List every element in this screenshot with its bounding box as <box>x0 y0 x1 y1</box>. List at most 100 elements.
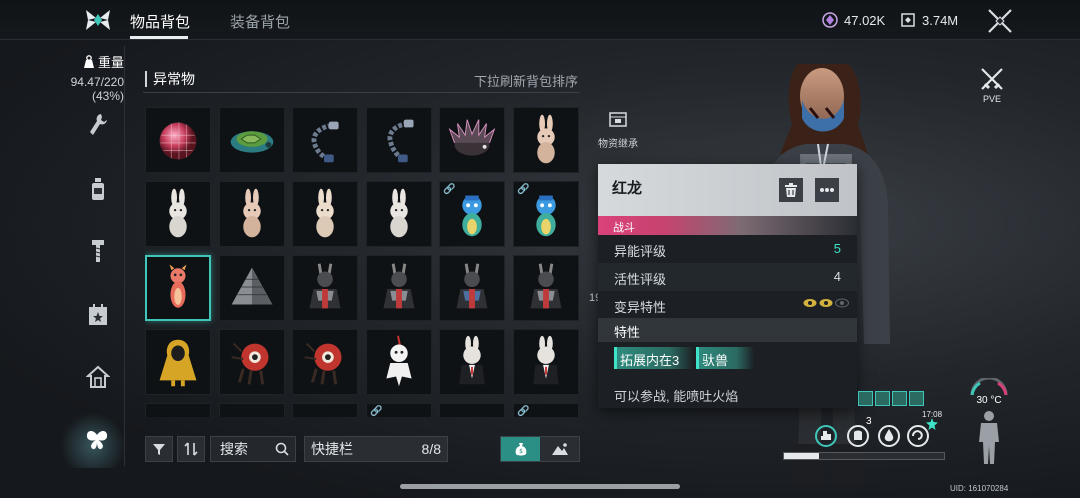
item-yellow-raincoat[interactable] <box>145 329 211 395</box>
item-eyeball-creature[interactable] <box>292 329 358 395</box>
trash-icon <box>785 183 797 197</box>
wrench-icon[interactable] <box>86 112 110 138</box>
item-dragon-figure-blue[interactable]: 🔗 <box>513 181 579 247</box>
item-porcupine[interactable] <box>439 107 505 173</box>
item-detail-popup: 红龙 战斗 异能评级 5 活性评级 4 变异特性 特性 拓展内在3 驮兽 可以参… <box>598 164 857 408</box>
combat-tag: 战斗 <box>598 216 857 235</box>
item-bunny-plush[interactable] <box>513 107 579 173</box>
item-samurai-rabbit[interactable] <box>292 255 358 321</box>
toggle-bag-view[interactable]: $ <box>501 437 540 461</box>
item-samurai-rabbit[interactable] <box>439 255 505 321</box>
bolt-icon[interactable] <box>86 238 110 264</box>
item-partial[interactable]: 🔗 <box>366 403 432 417</box>
currency-supply[interactable]: 3.74M <box>900 12 958 28</box>
stat-row: 活性评级 4 <box>598 263 857 291</box>
item-bunny-plush[interactable] <box>145 181 211 247</box>
tab-item-backpack[interactable]: 物品背包 <box>130 11 190 32</box>
currency-crystal[interactable]: 47.02K <box>822 12 885 28</box>
sort-button[interactable] <box>177 436 205 462</box>
item-partial[interactable]: 🔗 <box>513 403 579 417</box>
supply-icon <box>901 13 915 27</box>
user-id: UID: 161070284 <box>950 484 1009 493</box>
weight-percent: (43%) <box>91 89 124 103</box>
calendar-icon[interactable] <box>86 302 110 328</box>
stat-row: 异能评级 5 <box>598 235 857 263</box>
item-chain-bracelet[interactable] <box>366 107 432 173</box>
body-status-icon[interactable] <box>974 410 1004 466</box>
quickbar-label: 快捷栏 <box>311 441 353 457</box>
stat-value: 4 <box>833 269 841 284</box>
popup-header: 红龙 <box>598 164 857 216</box>
buff-row <box>858 391 924 406</box>
game-logo-icon <box>86 10 110 30</box>
item-samurai-rabbit[interactable] <box>366 255 432 321</box>
material-inherit-button[interactable]: 物资继承 <box>594 110 642 150</box>
mutation-rating <box>803 298 849 308</box>
item-white-doll[interactable] <box>366 329 432 395</box>
search-input[interactable]: 搜索 <box>210 436 296 462</box>
stamina-icon <box>815 425 837 447</box>
pve-mode-button[interactable]: PVE <box>978 66 1006 104</box>
weight-icon <box>83 54 94 68</box>
item-partial[interactable] <box>292 403 358 417</box>
toggle-landscape-view[interactable] <box>540 437 579 461</box>
buff-icon <box>892 391 907 406</box>
delete-button[interactable] <box>779 178 803 202</box>
search-label: 搜索 <box>220 441 248 457</box>
item-suit-rabbit[interactable] <box>439 329 505 395</box>
stat-label: 异能评级 <box>614 244 667 259</box>
item-partial[interactable] <box>219 403 285 417</box>
view-toggle[interactable]: $ <box>500 436 580 462</box>
item-partial[interactable] <box>145 403 211 417</box>
eye-icon <box>835 298 849 308</box>
buff-icon <box>858 391 873 406</box>
combat-tag-label: 战斗 <box>613 222 635 234</box>
bottle-icon[interactable] <box>86 176 110 202</box>
crystal-icon <box>822 12 838 28</box>
pve-label: PVE <box>982 94 1001 104</box>
item-red-dragon[interactable] <box>145 255 211 321</box>
traits-header: 特性 <box>598 318 857 342</box>
item-partial[interactable] <box>439 403 505 417</box>
weight-value: 94.47/220 <box>70 75 124 89</box>
item-suit-rabbit[interactable] <box>513 329 579 395</box>
weight-indicator: 重量 94.47/220 (43%) <box>52 52 124 103</box>
buff-icon <box>875 391 890 406</box>
item-description: 可以参战, 能喷吐火焰 <box>614 389 739 404</box>
item-eyeball-creature[interactable] <box>219 329 285 395</box>
active-tab-indicator <box>130 36 188 39</box>
house-icon[interactable] <box>86 364 110 390</box>
traits-title: 特性 <box>614 325 641 340</box>
item-bunny-plush[interactable] <box>219 181 285 247</box>
inventory-screen: 物品背包 装备背包 47.02K 3.74M 重量 94.47/220 (43%… <box>0 0 1080 498</box>
sort-icon <box>184 442 198 456</box>
supply-amount: 3.74M <box>922 12 959 28</box>
health-bar <box>783 452 945 460</box>
trait-chip: 拓展内在3 <box>614 347 694 369</box>
butterfly-icon[interactable] <box>85 427 109 453</box>
more-options-button[interactable] <box>815 178 839 202</box>
link-icon: 🔗 <box>370 406 383 417</box>
stat-row: 变异特性 <box>598 291 857 319</box>
section-title: 异常物 <box>145 71 195 87</box>
trait-label: 拓展内在3 <box>620 353 680 368</box>
quickbar-button[interactable]: 快捷栏 8/8 <box>304 436 448 462</box>
item-dragon-figure-blue[interactable]: 🔗 <box>439 181 505 247</box>
item-pyramid[interactable] <box>219 255 285 321</box>
filter-button[interactable] <box>145 436 173 462</box>
tab-equipment-backpack[interactable]: 装备背包 <box>230 11 290 32</box>
popup-title: 红龙 <box>612 180 643 197</box>
item-turtle-shell[interactable] <box>219 107 285 173</box>
sort-hint[interactable]: 下拉刷新背包排序 <box>474 71 578 90</box>
eye-icon <box>803 299 817 307</box>
item-bunny-plush[interactable] <box>292 181 358 247</box>
close-icon[interactable] <box>986 7 1014 35</box>
item-samurai-rabbit[interactable] <box>513 255 579 321</box>
item-bunny-plush[interactable] <box>366 181 432 247</box>
material-inherit-label: 物资继承 <box>598 139 638 150</box>
item-disco-ball[interactable] <box>145 107 211 173</box>
home-indicator[interactable] <box>400 484 680 489</box>
top-bar: 物品背包 装备背包 47.02K 3.74M <box>0 0 1080 40</box>
item-chain-bracelet[interactable] <box>292 107 358 173</box>
thermometer-gauge-icon <box>970 376 1008 396</box>
